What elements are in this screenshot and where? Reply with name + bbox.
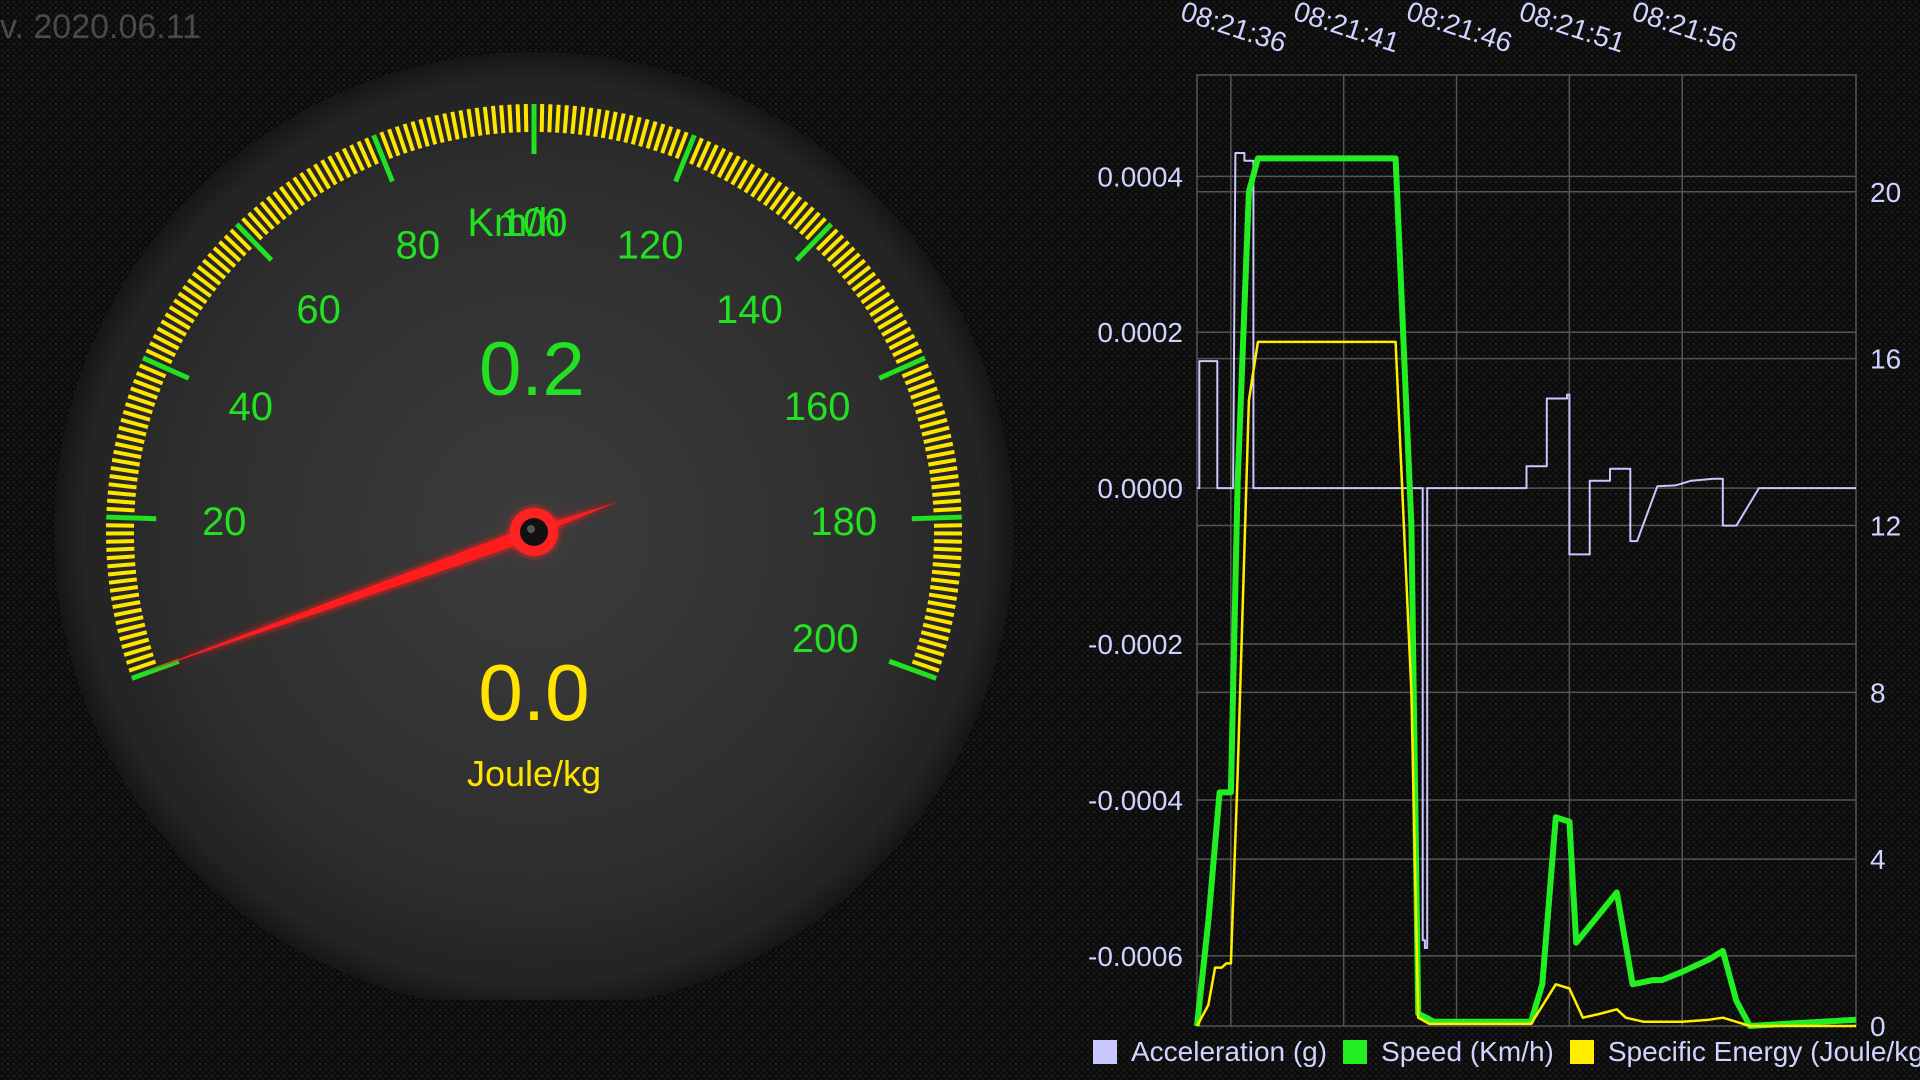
left-axis-tick-label: 0.0000 — [1097, 473, 1183, 504]
telemetry-chart: 08:21:36 08:21:41 08:21:46 08:21:51 08:21:56… — [1088, 0, 1901, 1042]
legend-item-speed: Speed (Km/h) — [1343, 1036, 1554, 1068]
left-axis-tick-label: 0.0002 — [1097, 317, 1183, 348]
left-axis-tick-label: -0.0006 — [1088, 941, 1183, 972]
legend-item-acceleration: Acceleration (g) — [1093, 1036, 1327, 1068]
left-axis-tick-label: 0.0004 — [1097, 161, 1183, 192]
right-axis-tick-label: 12 — [1870, 510, 1901, 541]
right-axis-tick-label: 16 — [1870, 344, 1901, 375]
x-tick-label: 08:21:41 — [1290, 0, 1403, 59]
series-acceleration-line — [1197, 152, 1856, 949]
x-tick-label: 08:21:46 — [1403, 0, 1516, 59]
legend-label-acceleration: Acceleration (g) — [1131, 1036, 1328, 1067]
legend-swatch-speed — [1343, 1040, 1368, 1064]
legend-swatch-energy — [1569, 1040, 1594, 1064]
x-tick-label: 08:21:56 — [1629, 0, 1742, 59]
chart-legend: Acceleration (g) Speed (Km/h) Specific E… — [1093, 1032, 1920, 1072]
x-tick-label: 08:21:36 — [1177, 0, 1290, 59]
chart-plot-frame — [1196, 74, 1857, 1027]
x-tick-label: 08:21:51 — [1516, 0, 1629, 59]
legend-item-energy: Specific Energy (Joule/kg) — [1569, 1036, 1920, 1068]
series-energy-line — [1195, 340, 1856, 1028]
left-axis-tick-label: -0.0002 — [1088, 629, 1183, 660]
left-axis-tick-label: -0.0004 — [1088, 785, 1183, 816]
legend-swatch-acceleration — [1093, 1040, 1117, 1064]
legend-label-energy: Specific Energy (Joule/kg) — [1607, 1036, 1920, 1067]
right-axis-tick-label: 4 — [1870, 844, 1886, 875]
legend-label-speed: Speed (Km/h) — [1381, 1036, 1554, 1067]
right-axis-tick-label: 20 — [1870, 177, 1901, 208]
series-speed-line — [1194, 155, 1857, 1029]
chart-series — [1194, 152, 1857, 1029]
chart-grid — [1196, 74, 1857, 1027]
right-axis-tick-label: 8 — [1870, 677, 1886, 708]
